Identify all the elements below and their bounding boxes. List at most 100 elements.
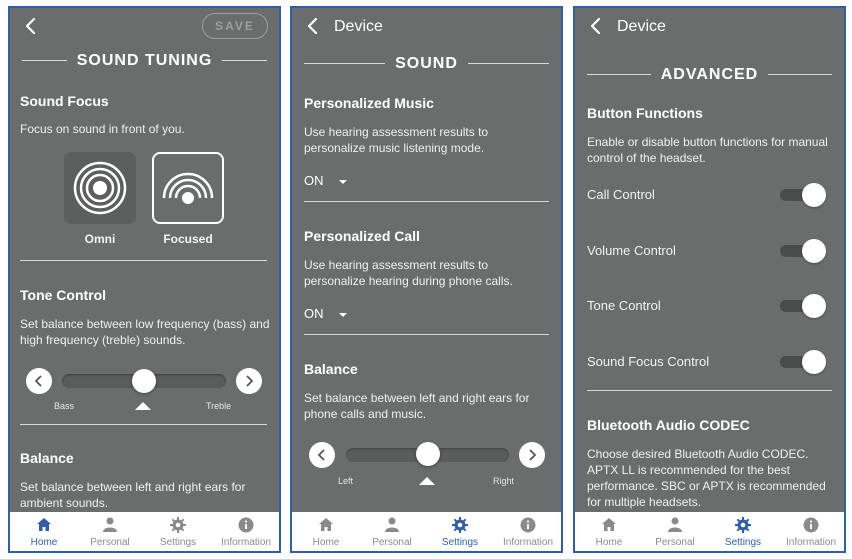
tab-information[interactable]: Information	[212, 512, 279, 551]
tab-label: Personal	[655, 537, 695, 548]
balance-title: Balance	[20, 450, 74, 466]
dropdown-value: ON	[304, 306, 324, 321]
tone-control-toggle-knob[interactable]	[802, 294, 826, 318]
balance-description: Set balance between left and right ears …	[304, 391, 530, 421]
chevron-right-icon	[246, 375, 254, 387]
divider	[304, 201, 549, 202]
home-icon	[575, 517, 643, 534]
tab-label: Settings	[159, 537, 197, 548]
sound-screen: Device SOUND Personalized Music Use hear…	[290, 6, 563, 553]
header-title: Device	[617, 18, 666, 35]
back-arrow-icon[interactable]	[306, 17, 320, 39]
person-icon	[641, 517, 709, 534]
info-icon	[777, 517, 844, 534]
personalized-call-description: Use hearing assessment results to person…	[304, 258, 513, 288]
tab-settings[interactable]: Settings	[144, 512, 212, 551]
home-icon	[10, 517, 78, 534]
tab-home[interactable]: Home	[575, 512, 643, 551]
tone-control-description: Set balance between low frequency (bass)…	[20, 317, 270, 347]
advanced-screen: Device ADVANCED Button Functions Enable …	[573, 6, 846, 553]
header-title: Device	[334, 18, 383, 35]
volume-control-label: Volume Control	[587, 243, 676, 258]
gear-icon	[426, 517, 494, 534]
section-title: SOUND TUNING	[10, 52, 279, 70]
personalized-call-title: Personalized Call	[304, 228, 420, 244]
right-label: Right	[493, 476, 515, 486]
person-icon	[358, 517, 426, 534]
tone-decrease-button[interactable]	[26, 368, 52, 394]
bottom-tab-bar: Home Personal Settings Information	[292, 512, 561, 551]
tab-label: Home	[312, 537, 340, 548]
balance-left-button[interactable]	[309, 442, 335, 468]
tab-label: Home	[595, 537, 623, 548]
person-icon	[76, 517, 144, 534]
tab-label: Information	[785, 537, 837, 548]
gear-icon	[144, 517, 212, 534]
tab-settings[interactable]: Settings	[426, 512, 494, 551]
tab-label: Home	[30, 537, 58, 548]
tab-personal[interactable]: Personal	[358, 512, 426, 551]
info-icon	[494, 517, 561, 534]
call-control-toggle-knob[interactable]	[802, 183, 826, 207]
section-title-text: SOUND TUNING	[66, 52, 223, 69]
volume-control-toggle-knob[interactable]	[802, 239, 826, 263]
tone-control-title: Tone Control	[20, 287, 107, 303]
tone-control-label: Tone Control	[587, 298, 661, 313]
caret-down-icon	[339, 179, 348, 184]
focused-icon	[162, 172, 214, 204]
balance-title: Balance	[304, 361, 358, 377]
personalized-music-description: Use hearing assessment results to person…	[304, 125, 489, 155]
back-arrow-icon[interactable]	[24, 17, 38, 39]
tone-slider-thumb[interactable]	[132, 369, 156, 393]
tab-label: Personal	[372, 537, 412, 548]
center-marker-icon	[135, 402, 151, 410]
sound-focus-control-toggle-knob[interactable]	[802, 350, 826, 374]
center-marker-icon	[419, 477, 435, 485]
call-control-label: Call Control	[587, 187, 655, 202]
tab-label: Information	[502, 537, 554, 548]
omni-icon	[73, 161, 127, 215]
omni-mode-button[interactable]	[64, 152, 136, 224]
section-title: ADVANCED	[575, 66, 844, 84]
balance-slider-thumb[interactable]	[415, 442, 440, 466]
button-functions-title: Button Functions	[587, 105, 703, 121]
bottom-tab-bar: Home Personal Settings Information	[10, 512, 279, 551]
tab-home[interactable]: Home	[292, 512, 360, 551]
chevron-left-icon	[34, 375, 42, 387]
sound-focus-description: Focus on sound in front of you.	[20, 122, 185, 136]
button-functions-description: Enable or disable button functions for m…	[587, 135, 828, 165]
tab-label: Information	[220, 537, 272, 548]
dropdown-value: ON	[304, 173, 324, 188]
tab-label: Settings	[724, 537, 762, 548]
tab-label: Settings	[441, 537, 479, 548]
balance-right-button[interactable]	[519, 442, 545, 468]
tab-information[interactable]: Information	[494, 512, 561, 551]
personalized-call-dropdown[interactable]: ON	[304, 306, 348, 321]
chevron-left-icon	[317, 449, 325, 461]
tab-information[interactable]: Information	[777, 512, 844, 551]
tab-personal[interactable]: Personal	[76, 512, 144, 551]
chevron-right-icon	[529, 449, 537, 461]
treble-label: Treble	[206, 401, 232, 411]
tab-settings[interactable]: Settings	[709, 512, 777, 551]
caret-down-icon	[339, 312, 348, 317]
tab-personal[interactable]: Personal	[641, 512, 709, 551]
header-bar: Device	[292, 8, 561, 48]
header-bar: Device	[575, 8, 844, 48]
section-title-text: ADVANCED	[650, 66, 769, 83]
personalized-music-dropdown[interactable]: ON	[304, 173, 348, 188]
left-label: Left	[338, 476, 354, 486]
tab-label: Personal	[90, 537, 130, 548]
tone-increase-button[interactable]	[236, 368, 262, 394]
tab-home[interactable]: Home	[10, 512, 78, 551]
divider	[587, 390, 832, 391]
info-icon	[212, 517, 279, 534]
codec-description: Choose desired Bluetooth Audio CODEC. AP…	[587, 447, 826, 509]
divider	[304, 334, 549, 335]
focused-label: Focused	[163, 232, 213, 246]
save-button[interactable]: SAVE	[202, 13, 268, 39]
sound-focus-title: Sound Focus	[20, 93, 109, 109]
bottom-tab-bar: Home Personal Settings Information	[575, 512, 844, 551]
focused-mode-button[interactable]	[152, 152, 224, 224]
back-arrow-icon[interactable]	[589, 17, 603, 39]
